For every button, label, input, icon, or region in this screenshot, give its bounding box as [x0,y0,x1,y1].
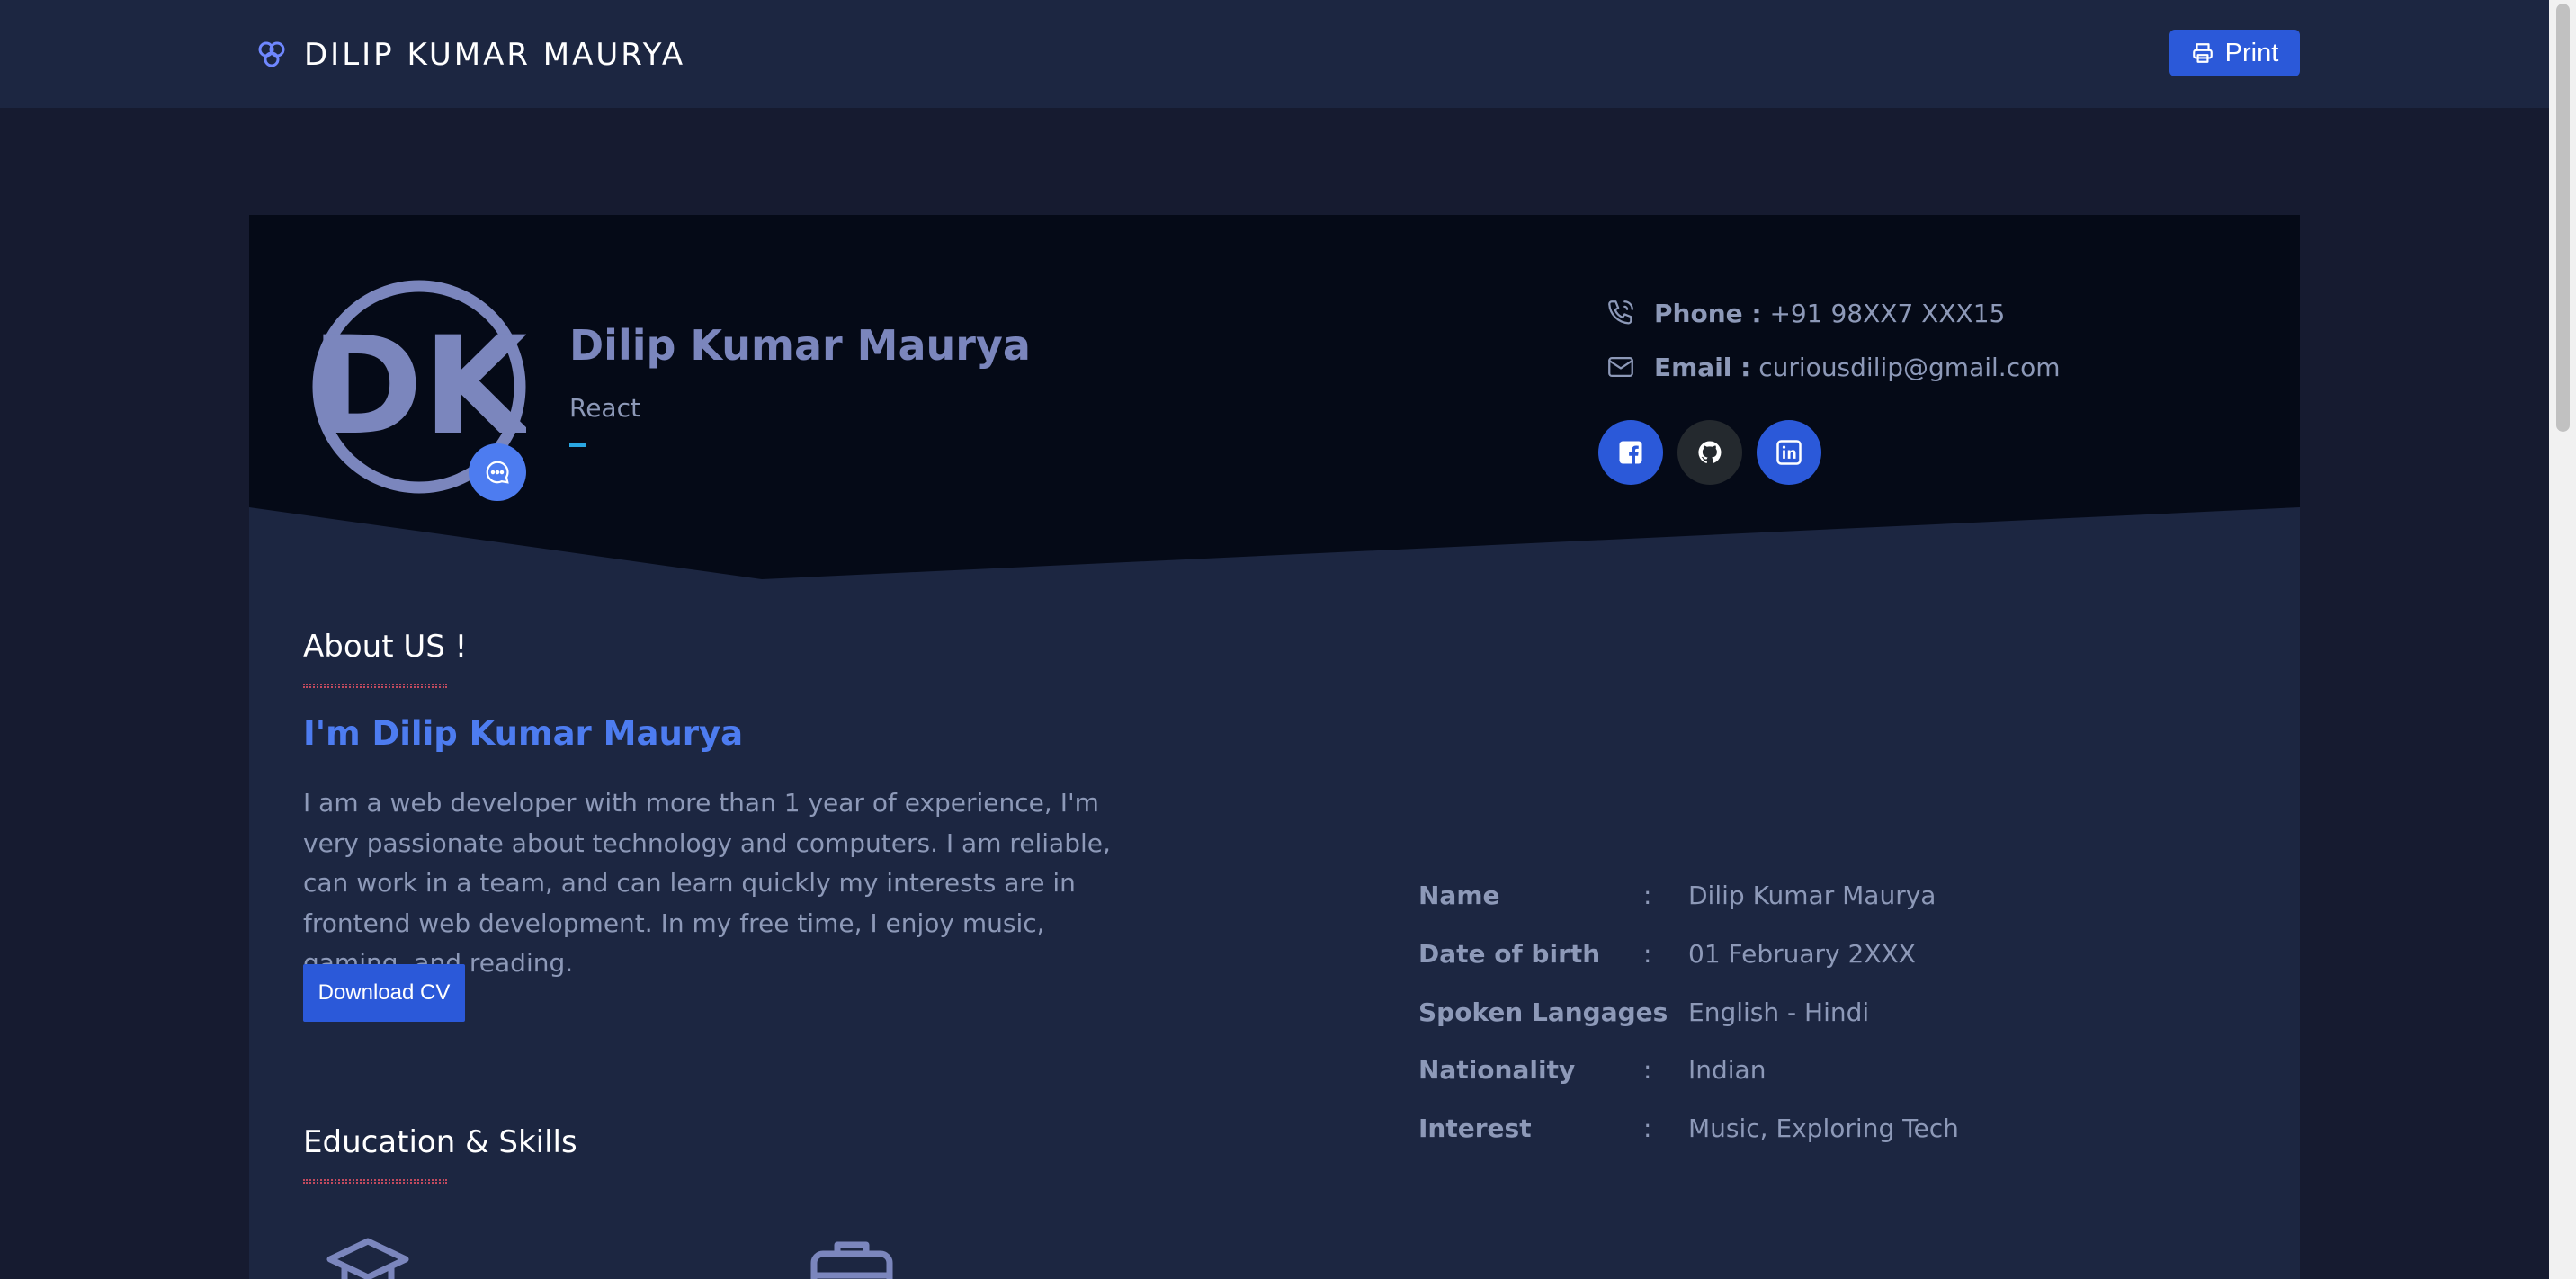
info-value: Music, Exploring Tech [1688,1114,1959,1143]
info-label: Name [1418,881,1500,910]
github-button[interactable] [1677,420,1742,485]
education-title: Education & Skills [303,1124,577,1160]
brand[interactable]: DILIP KUMAR MAURYA [255,32,685,77]
info-label: Spoken Langages [1418,997,1668,1027]
print-label: Print [2224,38,2279,67]
info-separator: : [1643,881,1652,910]
phone-label: Phone : [1654,298,1762,328]
printer-icon [2192,43,2213,63]
info-value: English - Hindi [1688,997,1870,1027]
github-icon [1698,441,1722,463]
info-value: Indian [1688,1055,1767,1085]
profile-role: React [569,393,640,423]
profile-name: Dilip Kumar Maurya [569,321,1031,370]
brand-title: DILIP KUMAR MAURYA [304,37,686,73]
education-title-underline [303,1179,447,1184]
resume-card: DK Dilip Kumar Maurya React Phone : +91 … [249,215,2300,1279]
linkedin-button[interactable] [1757,420,1821,485]
navbar: DILIP KUMAR MAURYA Print [0,0,2549,108]
hero-section: DK Dilip Kumar Maurya React Phone : +91 … [249,215,2300,579]
role-accent-bar [569,443,586,447]
info-separator: : [1643,1114,1652,1143]
email-row: Email : curiousdilip@gmail.com [1606,352,2061,382]
facebook-button[interactable] [1598,420,1663,485]
email-label: Email : [1654,352,1751,382]
phone-row: Phone : +91 98XX7 XXX15 [1606,298,2005,328]
info-value: 01 February 2XXX [1688,939,1916,969]
graduation-cap-icon [323,1234,413,1279]
hero-background [249,215,2300,579]
info-label: Interest [1418,1114,1532,1143]
scrollbar-thumb[interactable] [2556,4,2570,432]
chat-bubble-icon [486,461,509,484]
download-cv-button[interactable]: Download CV [303,964,465,1022]
phone-value: +91 98XX7 XXX15 [1769,298,2006,328]
facebook-icon [1619,441,1642,464]
about-title: About US ! [303,629,468,665]
info-value: Dilip Kumar Maurya [1688,881,1936,910]
briefcase-icon [807,1234,897,1279]
print-button[interactable]: Print [2169,30,2300,76]
brand-logo-icon [258,41,285,67]
info-separator: : [1643,1055,1652,1085]
page-scrollbar[interactable] [2549,0,2576,1279]
info-separator: : [1643,939,1652,969]
info-label: Nationality [1418,1055,1576,1085]
phone-icon [1608,300,1633,325]
about-heading: I'm Dilip Kumar Maurya [303,714,744,753]
chat-badge[interactable] [469,443,526,501]
mail-icon [1608,356,1633,378]
about-description: I am a web developer with more than 1 ye… [303,788,1111,978]
about-title-underline [303,684,447,688]
email-value[interactable]: curiousdilip@gmail.com [1758,353,2060,382]
info-separator: : [1643,997,1652,1027]
avatar-initials: DK [312,309,526,465]
linkedin-icon [1776,440,1802,465]
info-label: Date of birth [1418,939,1601,969]
